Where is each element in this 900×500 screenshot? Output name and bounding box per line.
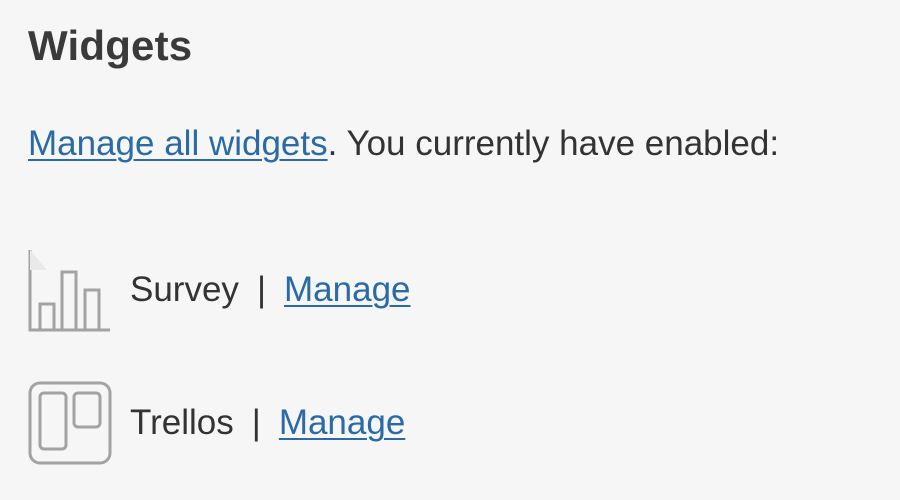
board-icon [28, 381, 112, 465]
page-title: Widgets [28, 22, 193, 69]
widget-item-trellos: Trellos | Manage [28, 381, 405, 465]
widget-item-survey: Survey | Manage [28, 248, 411, 332]
widget-name: Survey [130, 270, 239, 309]
separator: | [256, 270, 267, 309]
bar-chart-icon [28, 250, 110, 332]
manage-survey-link[interactable]: Manage [284, 270, 410, 310]
widgets-intro: Manage all widgets. You currently have e… [28, 124, 779, 164]
manage-all-widgets-link[interactable]: Manage all widgets [28, 124, 328, 163]
intro-text: . You currently have enabled: [327, 124, 780, 163]
separator: | [251, 403, 261, 442]
widget-name: Trellos [130, 403, 234, 442]
widgets-panel: Widgets Manage all widgets. You currentl… [0, 0, 900, 500]
manage-trellos-link[interactable]: Manage [279, 403, 405, 443]
